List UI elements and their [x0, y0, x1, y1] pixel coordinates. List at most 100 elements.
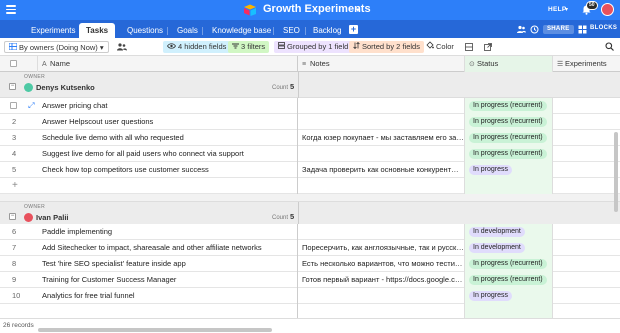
base-title[interactable]: Growth Experiments: [263, 3, 371, 15]
name-cell[interactable]: Answer Helpscout user questions: [38, 114, 298, 130]
tab-backlog[interactable]: Backlog: [306, 23, 348, 38]
column-header-name[interactable]: A Name: [38, 56, 298, 72]
status-cell[interactable]: In development: [465, 224, 553, 240]
menu-icon[interactable]: [6, 5, 16, 15]
name-cell[interactable]: Paddle implementing: [38, 224, 298, 240]
table-row[interactable]: ⤢ Answer pricing chat In progress (recur…: [0, 98, 620, 114]
add-record-row[interactable]: +: [0, 178, 620, 194]
notes-cell[interactable]: [298, 146, 465, 162]
table-row[interactable]: 3 Schedule live demo with all who reques…: [0, 130, 620, 146]
record-count: 26 records: [3, 322, 34, 329]
status-cell[interactable]: In progress (recurrent): [465, 272, 553, 288]
sort-button[interactable]: Sorted by 2 fields: [349, 41, 424, 53]
notes-cell[interactable]: Поресерчить, как англоязычные, так и рус…: [298, 240, 465, 256]
table-row[interactable]: 6 Paddle implementing In development: [0, 224, 620, 240]
notes-cell[interactable]: Есть несколько вариантов, что можно тест…: [298, 256, 465, 272]
collaborators-icon[interactable]: [117, 43, 127, 51]
table-row[interactable]: 7 Add Sitechecker to impact, shareasale …: [0, 240, 620, 256]
experiments-cell[interactable]: [553, 240, 620, 256]
status-cell[interactable]: In progress (recurrent): [465, 146, 553, 162]
hide-fields-button[interactable]: 4 hidden fields: [163, 41, 231, 53]
status-cell[interactable]: In development: [465, 240, 553, 256]
name-cell[interactable]: Schedule live demo with all who requeste…: [38, 130, 298, 146]
status-badge: In progress (recurrent): [469, 259, 547, 270]
name-cell[interactable]: Suggest live demo for all paid users who…: [38, 146, 298, 162]
tab-seo[interactable]: SEO: [276, 23, 307, 38]
experiments-cell[interactable]: [553, 288, 620, 304]
table-row[interactable]: 8 Test 'hire SEO specialist' feature ins…: [0, 256, 620, 272]
empty-cell: [38, 178, 298, 194]
row-number: 10: [12, 291, 21, 300]
name-cell[interactable]: Add Sitechecker to impact, shareasale an…: [38, 240, 298, 256]
column-header-notes[interactable]: ≡ Notes: [298, 56, 465, 72]
status-cell[interactable]: In progress: [465, 288, 553, 304]
empty-cell: [38, 304, 298, 318]
table-row[interactable]: 4 Suggest live demo for all paid users w…: [0, 146, 620, 162]
chevron-down-icon[interactable]: ▾: [565, 6, 568, 13]
group-button[interactable]: Grouped by 1 field: [274, 41, 353, 53]
name-cell[interactable]: Training for Customer Success Manager: [38, 272, 298, 288]
share-button[interactable]: SHARE: [543, 25, 574, 34]
status-badge: In development: [469, 227, 525, 238]
notes-cell[interactable]: [298, 224, 465, 240]
name-cell[interactable]: Analytics for free trial funnel: [38, 288, 298, 304]
row-height-icon[interactable]: [465, 43, 473, 51]
user-avatar[interactable]: [601, 3, 614, 16]
status-cell[interactable]: In progress: [465, 162, 553, 178]
experiments-cell[interactable]: [553, 224, 620, 240]
expand-record-icon[interactable]: ⤢: [28, 101, 34, 110]
name-cell[interactable]: Answer pricing chat: [38, 98, 298, 114]
table-row[interactable]: 5 Check how top competitors use customer…: [0, 162, 620, 178]
horizontal-scrollbar[interactable]: [38, 328, 272, 332]
history-icon[interactable]: [530, 25, 539, 34]
row-checkbox[interactable]: ⤢: [0, 98, 38, 114]
tab-tasks[interactable]: Tasks: [79, 23, 116, 38]
tab-questions[interactable]: Questions: [120, 23, 170, 38]
blocks-button[interactable]: BLOCKS: [590, 25, 617, 31]
table-row[interactable]: 2 Answer Helpscout user questions In pro…: [0, 114, 620, 130]
experiments-cell[interactable]: [553, 98, 620, 114]
share-view-icon[interactable]: [484, 43, 492, 51]
notes-cell[interactable]: [298, 114, 465, 130]
notes-cell[interactable]: [298, 288, 465, 304]
group-field-label: OWNER: [24, 204, 46, 210]
select-all-checkbox[interactable]: [0, 56, 38, 72]
collapse-group-icon[interactable]: −: [9, 83, 16, 90]
table-row[interactable]: 10 Analytics for free trial funnel In pr…: [0, 288, 620, 304]
experiments-cell[interactable]: [553, 256, 620, 272]
search-icon[interactable]: [605, 42, 614, 51]
name-cell[interactable]: Test 'hire SEO specialist' feature insid…: [38, 256, 298, 272]
notes-cell[interactable]: Задача проверить как основные конкуренты…: [298, 162, 465, 178]
vertical-scrollbar[interactable]: [614, 132, 618, 212]
experiments-cell[interactable]: [553, 146, 620, 162]
add-table-icon[interactable]: +: [349, 25, 358, 34]
tab-knowledge-base[interactable]: Knowledge base: [205, 23, 278, 38]
help-button[interactable]: HELP: [548, 6, 567, 13]
notes-cell[interactable]: [298, 98, 465, 114]
users-icon[interactable]: [517, 25, 526, 34]
filter-button[interactable]: 3 filters: [228, 41, 270, 53]
collapse-group-icon[interactable]: −: [9, 213, 16, 220]
column-header-experiments[interactable]: ☰ Experiments: [553, 56, 620, 72]
column-header-status[interactable]: ⊙ Status: [465, 56, 553, 72]
experiments-cell[interactable]: [553, 130, 620, 146]
experiments-cell[interactable]: [553, 272, 620, 288]
tab-goals[interactable]: Goals: [170, 23, 205, 38]
color-button[interactable]: Color: [422, 41, 458, 53]
name-cell[interactable]: Check how top competitors use customer s…: [38, 162, 298, 178]
chevron-down-icon[interactable]: ▾: [356, 6, 360, 14]
status-cell[interactable]: In progress (recurrent): [465, 256, 553, 272]
blocks-icon[interactable]: [578, 25, 587, 34]
status-cell[interactable]: In progress (recurrent): [465, 98, 553, 114]
status-cell[interactable]: In progress (recurrent): [465, 130, 553, 146]
group-header[interactable]: − OWNER Denys Kutsenko Count 5: [0, 72, 620, 98]
table-row[interactable]: 9 Training for Customer Success Manager …: [0, 272, 620, 288]
status-cell[interactable]: In progress (recurrent): [465, 114, 553, 130]
tab-experiments[interactable]: Experiments: [24, 23, 82, 38]
notes-cell[interactable]: Когда юзер покупает - мы заставляем его …: [298, 130, 465, 146]
experiments-cell[interactable]: [553, 114, 620, 130]
notes-cell[interactable]: Готов первый вариант - https://docs.goog…: [298, 272, 465, 288]
experiments-cell[interactable]: [553, 162, 620, 178]
view-switcher[interactable]: By owners (Doing Now) ▾: [4, 41, 109, 53]
add-record-icon[interactable]: +: [0, 178, 38, 194]
